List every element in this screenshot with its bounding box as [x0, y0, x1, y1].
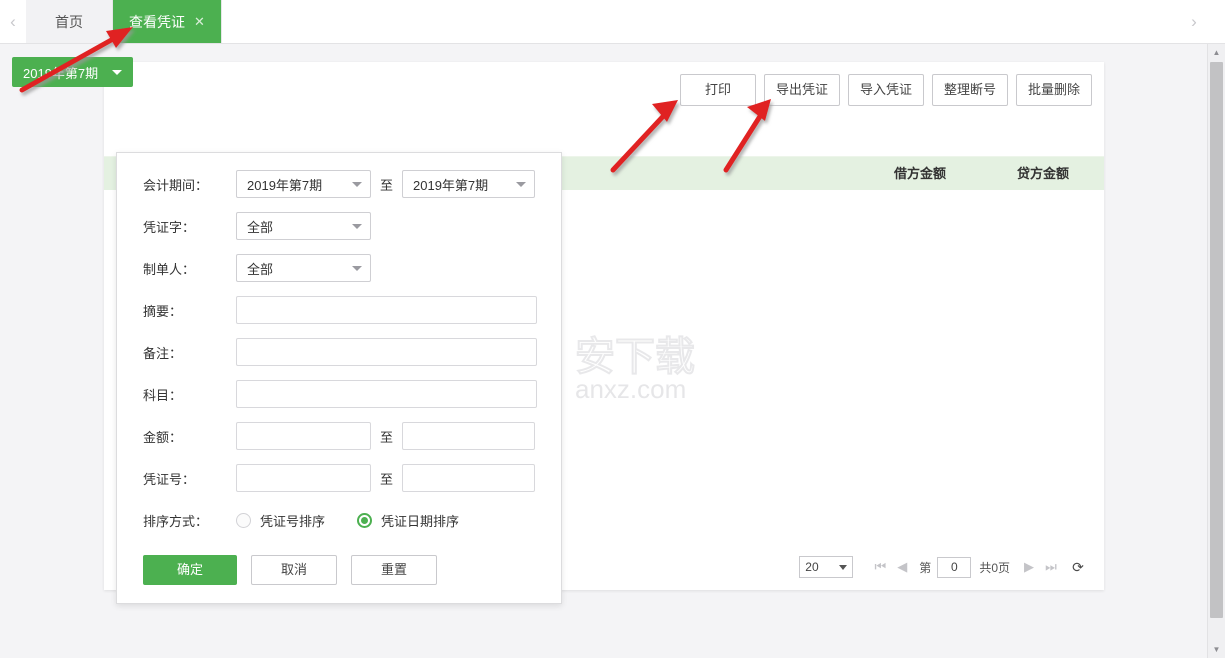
period-between-label: 至 [380, 177, 394, 193]
subject-input[interactable] [236, 380, 537, 408]
radio-sort-by-voucher-date[interactable]: 凭证日期排序 [357, 511, 459, 530]
remark-label: 备注： [143, 345, 183, 361]
export-voucher-button[interactable]: 导出凭证 [764, 74, 840, 106]
period-selector-button[interactable]: 2019年第7期 [12, 57, 134, 87]
field-row-summary: 摘要： [117, 289, 561, 331]
sort-label: 排序方式： [143, 513, 209, 529]
pagination: 20 ⏮ ◀ 第 0 共0页 ▶ ⏭ ⟳ [799, 554, 1090, 580]
period-selector-label: 2019年第7期 [23, 65, 99, 81]
tab-home[interactable]: 首页 [26, 0, 113, 43]
tab-scroll-right-icon[interactable]: › [1181, 0, 1207, 43]
period-from-select[interactable]: 2019年第7期 [236, 170, 371, 198]
amount-between-label: 至 [380, 429, 394, 445]
close-icon[interactable]: ✕ [194, 15, 205, 28]
field-row-sort: 排序方式： 凭证号排序 凭证日期排序 [117, 499, 561, 541]
voucher-word-label: 凭证字： [143, 219, 196, 235]
voucher-no-between-label: 至 [380, 471, 394, 487]
field-row-maker: 制单人： 全部 [117, 247, 561, 289]
import-voucher-button[interactable]: 导入凭证 [848, 74, 924, 106]
maker-select[interactable]: 全部 [236, 254, 371, 282]
last-page-icon[interactable]: ⏭ [1040, 559, 1062, 575]
maker-value: 全部 [247, 261, 274, 277]
page-number-input[interactable]: 0 [937, 556, 972, 578]
amount-label: 金额： [143, 429, 183, 445]
next-page-icon[interactable]: ▶ [1018, 559, 1040, 575]
voucher-no-from-input[interactable] [236, 464, 371, 492]
field-row-period: 会计期间： 2019年第7期 至 2019年第7期 [117, 163, 561, 205]
triangle-up-icon[interactable]: ▲ [1208, 44, 1225, 61]
radio-circle-selected-icon [357, 512, 373, 528]
confirm-button[interactable]: 确定 [143, 555, 237, 585]
scrollbar-thumb[interactable] [1210, 62, 1223, 618]
field-row-subject: 科目： [117, 373, 561, 415]
refresh-icon[interactable]: ⟳ [1066, 559, 1090, 576]
tab-bar: ‹ 首页 查看凭证 ✕ › [0, 0, 1225, 44]
caret-down-icon [352, 265, 362, 271]
summary-input[interactable] [236, 296, 537, 324]
radio-sort-by-voucher-date-label: 凭证日期排序 [381, 513, 460, 529]
radio-circle-icon [236, 512, 251, 528]
period-to-value: 2019年第7期 [413, 177, 489, 193]
total-pages-label: 共0页 [979, 560, 1010, 575]
voucher-no-to-input[interactable] [402, 464, 536, 492]
remark-input[interactable] [236, 338, 537, 366]
page-size-value: 20 [805, 560, 819, 574]
triangle-down-icon[interactable]: ▼ [1208, 641, 1225, 658]
tab-view-voucher[interactable]: 查看凭证 ✕ [113, 0, 222, 43]
page-size-select[interactable]: 20 [799, 556, 854, 578]
batch-delete-button[interactable]: 批量删除 [1016, 74, 1092, 106]
page-body: 打印 导出凭证 导入凭证 整理断号 批量删除 借方金额 贷方金额 20 ⏮ ◀ … [0, 44, 1207, 658]
radio-sort-by-voucher-no[interactable]: 凭证号排序 [236, 511, 325, 530]
reset-button[interactable]: 重置 [351, 555, 437, 585]
voucher-word-select[interactable]: 全部 [236, 212, 371, 240]
radio-sort-by-voucher-no-label: 凭证号排序 [260, 513, 326, 529]
filter-actions: 确定 取消 重置 [117, 555, 561, 585]
print-button[interactable]: 打印 [680, 74, 756, 106]
column-header-debit: 借方金额 [894, 166, 947, 181]
caret-down-icon [112, 69, 123, 75]
caret-down-icon [352, 223, 362, 229]
voucher-toolbar: 打印 导出凭证 导入凭证 整理断号 批量删除 [680, 74, 1092, 106]
vertical-scrollbar[interactable]: ▲ ▼ [1207, 44, 1225, 658]
column-header-credit: 贷方金额 [1017, 166, 1070, 181]
filter-panel: 会计期间： 2019年第7期 至 2019年第7期 凭证字： 全部 制单人： 全… [116, 152, 562, 604]
field-row-voucher-word: 凭证字： 全部 [117, 205, 561, 247]
caret-down-icon [352, 181, 362, 187]
period-label: 会计期间： [143, 177, 209, 193]
period-from-value: 2019年第7期 [247, 177, 323, 193]
subject-label: 科目： [143, 387, 183, 403]
amount-from-input[interactable] [236, 422, 371, 450]
maker-label: 制单人： [143, 261, 196, 277]
tab-home-label: 首页 [55, 13, 83, 30]
fix-broken-numbers-button[interactable]: 整理断号 [932, 74, 1008, 106]
caret-down-icon [839, 564, 848, 570]
summary-label: 摘要： [143, 303, 183, 319]
tab-view-voucher-label: 查看凭证 [129, 13, 185, 30]
prev-page-icon[interactable]: ◀ [891, 559, 913, 575]
amount-to-input[interactable] [402, 422, 536, 450]
period-to-select[interactable]: 2019年第7期 [402, 170, 536, 198]
voucher-word-value: 全部 [247, 219, 274, 235]
field-row-voucher-no: 凭证号： 至 [117, 457, 561, 499]
field-row-amount: 金额： 至 [117, 415, 561, 457]
page-prefix-label: 第 [919, 560, 932, 575]
field-row-remark: 备注： [117, 331, 561, 373]
first-page-icon[interactable]: ⏮ [869, 559, 891, 575]
voucher-no-label: 凭证号： [143, 471, 196, 487]
tab-scroll-left-icon[interactable]: ‹ [0, 0, 26, 43]
cancel-button[interactable]: 取消 [251, 555, 337, 585]
caret-down-icon [516, 181, 527, 187]
